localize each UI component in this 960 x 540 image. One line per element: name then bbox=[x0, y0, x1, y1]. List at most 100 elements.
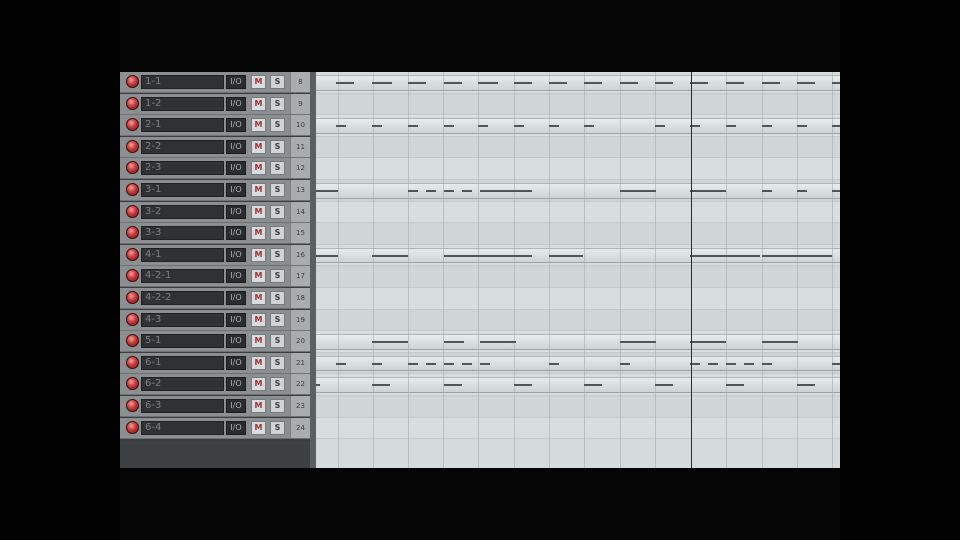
solo-button[interactable]: S bbox=[270, 118, 285, 133]
io-button[interactable]: I/O bbox=[226, 161, 246, 176]
io-button[interactable]: I/O bbox=[226, 334, 246, 349]
mute-button[interactable]: M bbox=[251, 161, 266, 176]
io-button[interactable]: I/O bbox=[226, 377, 246, 392]
track-row[interactable]: 3-3 I/O M S 15 bbox=[120, 223, 310, 245]
mute-button[interactable]: M bbox=[251, 377, 266, 392]
io-button[interactable]: I/O bbox=[226, 291, 246, 305]
track-row[interactable]: 1-2 I/O M S 9 bbox=[120, 93, 310, 115]
io-button[interactable]: I/O bbox=[226, 399, 246, 413]
track-name-field[interactable]: 6-1 bbox=[141, 355, 224, 370]
track-row[interactable]: 6-3 I/O M S 23 bbox=[120, 396, 310, 417]
mute-button[interactable]: M bbox=[251, 118, 266, 133]
arrange-view[interactable] bbox=[316, 72, 840, 468]
track-name-field[interactable]: 6-4 bbox=[141, 420, 224, 435]
track-row[interactable]: 6-2 I/O M S 22 bbox=[120, 374, 310, 396]
track-row[interactable]: 4-2-1 I/O M S 17 bbox=[120, 266, 310, 288]
mute-button[interactable]: M bbox=[251, 399, 266, 413]
track-name-field[interactable]: 2-1 bbox=[141, 118, 224, 133]
record-arm-icon[interactable] bbox=[126, 269, 139, 283]
solo-button[interactable]: S bbox=[270, 355, 285, 370]
io-button[interactable]: I/O bbox=[226, 312, 246, 327]
track-name-field[interactable]: 4-3 bbox=[141, 312, 224, 327]
record-arm-icon[interactable] bbox=[126, 377, 139, 391]
solo-button[interactable]: S bbox=[270, 183, 285, 197]
record-arm-icon[interactable] bbox=[126, 161, 139, 175]
solo-button[interactable]: S bbox=[270, 139, 285, 154]
mute-button[interactable]: M bbox=[251, 312, 266, 327]
track-name-field[interactable]: 4-1 bbox=[141, 247, 224, 262]
io-button[interactable]: I/O bbox=[226, 118, 246, 133]
track-row[interactable]: 6-1 I/O M S 21 bbox=[120, 352, 310, 374]
mute-button[interactable]: M bbox=[251, 247, 266, 262]
mute-button[interactable]: M bbox=[251, 96, 266, 111]
io-button[interactable]: I/O bbox=[226, 183, 246, 197]
track-name-field[interactable]: 4-2-1 bbox=[141, 269, 224, 284]
record-arm-icon[interactable] bbox=[126, 139, 139, 153]
record-arm-icon[interactable] bbox=[126, 183, 139, 196]
record-arm-icon[interactable] bbox=[126, 291, 139, 304]
io-button[interactable]: I/O bbox=[226, 247, 246, 262]
solo-button[interactable]: S bbox=[270, 269, 285, 284]
mute-button[interactable]: M bbox=[251, 183, 266, 197]
track-name-field[interactable]: 2-3 bbox=[141, 161, 224, 176]
io-button[interactable]: I/O bbox=[226, 96, 246, 111]
solo-button[interactable]: S bbox=[270, 399, 285, 413]
edit-cursor[interactable] bbox=[691, 72, 692, 468]
io-button[interactable]: I/O bbox=[226, 139, 246, 154]
track-panel-empty-area[interactable] bbox=[120, 441, 313, 468]
track-name-field[interactable]: 3-3 bbox=[141, 226, 224, 241]
mute-button[interactable]: M bbox=[251, 139, 266, 154]
track-name-field[interactable]: 3-1 bbox=[141, 183, 224, 197]
io-button[interactable]: I/O bbox=[226, 204, 246, 219]
solo-button[interactable]: S bbox=[270, 75, 285, 89]
mute-button[interactable]: M bbox=[251, 226, 266, 241]
solo-button[interactable]: S bbox=[270, 377, 285, 392]
mute-button[interactable]: M bbox=[251, 355, 266, 370]
io-button[interactable]: I/O bbox=[226, 420, 246, 435]
track-name-field[interactable]: 1-1 bbox=[141, 75, 224, 89]
mute-button[interactable]: M bbox=[251, 291, 266, 305]
track-row[interactable]: 6-4 I/O M S 24 bbox=[120, 417, 310, 439]
solo-button[interactable]: S bbox=[270, 312, 285, 327]
record-arm-icon[interactable] bbox=[126, 420, 139, 434]
track-name-field[interactable]: 5-1 bbox=[141, 334, 224, 349]
solo-button[interactable]: S bbox=[270, 420, 285, 435]
mute-button[interactable]: M bbox=[251, 334, 266, 349]
record-arm-icon[interactable] bbox=[126, 355, 139, 369]
io-button[interactable]: I/O bbox=[226, 226, 246, 241]
record-arm-icon[interactable] bbox=[126, 96, 139, 110]
record-arm-icon[interactable] bbox=[126, 226, 139, 240]
track-row[interactable]: 1-1 I/O M S 8 bbox=[120, 72, 310, 93]
mute-button[interactable]: M bbox=[251, 204, 266, 219]
solo-button[interactable]: S bbox=[270, 334, 285, 349]
mute-button[interactable]: M bbox=[251, 75, 266, 89]
track-row[interactable]: 4-2-2 I/O M S 18 bbox=[120, 288, 310, 309]
record-arm-icon[interactable] bbox=[126, 334, 139, 348]
record-arm-icon[interactable] bbox=[126, 75, 139, 88]
mute-button[interactable]: M bbox=[251, 269, 266, 284]
track-name-field[interactable]: 2-2 bbox=[141, 139, 224, 154]
solo-button[interactable]: S bbox=[270, 161, 285, 176]
solo-button[interactable]: S bbox=[270, 204, 285, 219]
record-arm-icon[interactable] bbox=[126, 399, 139, 412]
track-row[interactable]: 4-1 I/O M S 16 bbox=[120, 244, 310, 266]
record-arm-icon[interactable] bbox=[126, 204, 139, 218]
io-button[interactable]: I/O bbox=[226, 75, 246, 89]
track-name-field[interactable]: 4-2-2 bbox=[141, 291, 224, 305]
track-row[interactable]: 2-2 I/O M S 11 bbox=[120, 136, 310, 158]
record-arm-icon[interactable] bbox=[126, 247, 139, 261]
solo-button[interactable]: S bbox=[270, 96, 285, 111]
track-row[interactable]: 2-1 I/O M S 10 bbox=[120, 115, 310, 137]
mute-button[interactable]: M bbox=[251, 420, 266, 435]
record-arm-icon[interactable] bbox=[126, 118, 139, 132]
track-row[interactable]: 3-2 I/O M S 14 bbox=[120, 201, 310, 223]
track-row[interactable]: 2-3 I/O M S 12 bbox=[120, 158, 310, 180]
record-arm-icon[interactable] bbox=[126, 312, 139, 326]
track-row[interactable]: 5-1 I/O M S 20 bbox=[120, 331, 310, 353]
track-name-field[interactable]: 6-2 bbox=[141, 377, 224, 392]
solo-button[interactable]: S bbox=[270, 226, 285, 241]
track-name-field[interactable]: 3-2 bbox=[141, 204, 224, 219]
io-button[interactable]: I/O bbox=[226, 355, 246, 370]
track-name-field[interactable]: 6-3 bbox=[141, 399, 224, 413]
track-name-field[interactable]: 1-2 bbox=[141, 96, 224, 111]
